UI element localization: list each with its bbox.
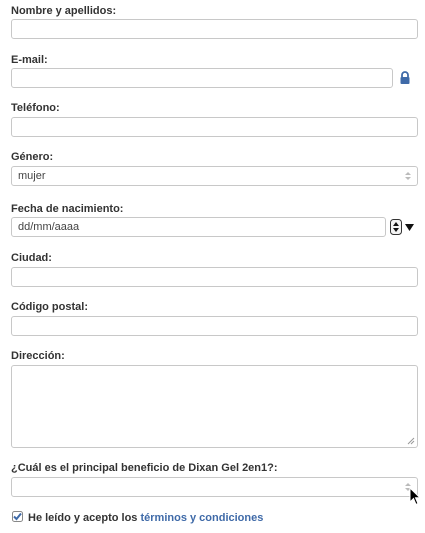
caret-down-icon[interactable] — [405, 224, 414, 231]
terms-link[interactable]: términos y condiciones — [140, 512, 263, 524]
benefit-label: ¿Cuál es el principal beneficio de Dixan… — [11, 462, 278, 474]
updown-arrows-icon — [405, 172, 411, 180]
email-label: E-mail: — [11, 54, 48, 66]
lock-icon — [400, 71, 410, 84]
name-label: Nombre y apellidos: — [11, 5, 117, 17]
address-label: Dirección: — [11, 350, 65, 362]
phone-input[interactable] — [11, 117, 418, 137]
registration-form: Nombre y apellidos: E-mail: Teléfono: Gé… — [0, 0, 425, 533]
resize-grip-icon[interactable] — [407, 437, 415, 445]
benefit-select[interactable] — [11, 477, 418, 497]
terms-checkbox[interactable] — [12, 511, 23, 522]
birthdate-label: Fecha de nacimiento: — [11, 203, 124, 215]
postal-code-input[interactable] — [11, 316, 418, 336]
address-textarea[interactable] — [11, 365, 418, 448]
birthdate-placeholder: dd/mm/aaaa — [18, 221, 80, 233]
gender-select[interactable]: mujer — [11, 166, 418, 186]
mouse-pointer-icon — [409, 487, 421, 506]
gender-label: Género: — [11, 151, 54, 163]
gender-select-value: mujer — [18, 170, 46, 182]
city-input[interactable] — [11, 267, 418, 287]
email-input[interactable] — [11, 68, 393, 88]
birthdate-input[interactable]: dd/mm/aaaa — [11, 217, 386, 237]
phone-label: Teléfono: — [11, 102, 60, 114]
name-input[interactable] — [11, 19, 418, 39]
postal-code-label: Código postal: — [11, 301, 88, 313]
terms-prefix: He leído y acepto los — [28, 512, 141, 524]
spinner-icon[interactable] — [390, 219, 402, 235]
terms-text: He leído y acepto los términos y condici… — [28, 512, 263, 524]
city-label: Ciudad: — [11, 252, 52, 264]
